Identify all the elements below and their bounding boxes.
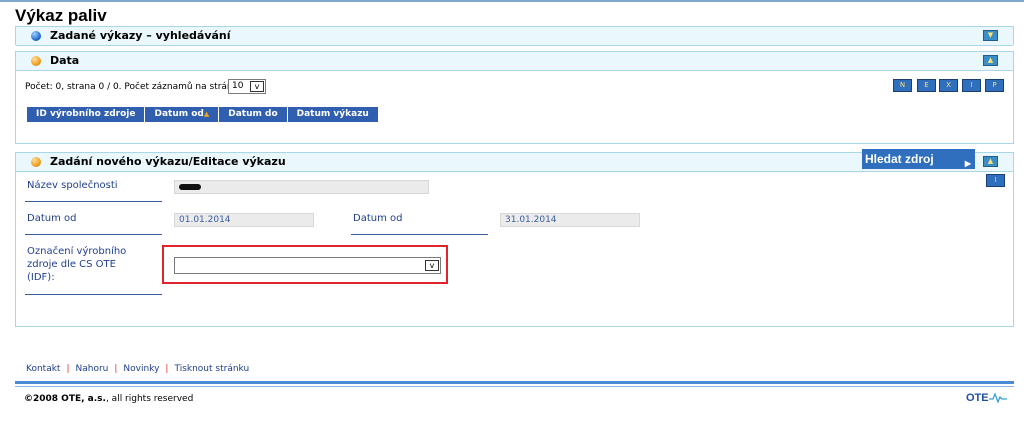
import-icon[interactable]: I: [986, 174, 1005, 187]
date-from-label: Datum od: [27, 213, 77, 224]
chevron-down-icon: v: [425, 260, 439, 271]
company-label: Název společnosti: [27, 180, 118, 191]
col-id-zdroje[interactable]: ID výrobního zdroje: [27, 107, 146, 122]
export-icon[interactable]: X: [939, 79, 958, 92]
edit-icon[interactable]: E: [917, 79, 936, 92]
collapse-toggle-icon[interactable]: ▲: [983, 156, 998, 167]
idf-label-line2: zdroje dle CS OTE: [27, 259, 116, 270]
data-panel-title: Data: [50, 54, 80, 67]
date-from-field: 01.01.2014: [174, 213, 314, 227]
copyright-company: ©2008 OTE, a.s.: [24, 394, 106, 404]
company-underline: [25, 201, 162, 202]
edit-panel-title: Zadání nového výkazu/Editace výkazu: [50, 155, 286, 168]
separator: |: [165, 364, 169, 374]
company-redacted: [179, 184, 201, 190]
search-source-button[interactable]: Hledat zdroj ▶: [862, 149, 975, 169]
orange-ball-icon: [31, 157, 41, 167]
date-to-label: Datum od: [353, 213, 403, 224]
col-datum-do[interactable]: Datum do: [219, 107, 288, 122]
company-field: [174, 180, 429, 194]
search-panel-header[interactable]: Zadané výkazy – vyhledávání ▼: [16, 27, 1013, 46]
search-panel: Zadané výkazy – vyhledávání ▼: [15, 26, 1014, 46]
idf-label-line1: Označení výrobního: [27, 246, 127, 257]
ote-logo: OTE: [966, 392, 1007, 404]
idf-select[interactable]: v: [174, 257, 441, 274]
edit-panel: Zadání nového výkazu/Editace výkazu ▲ I …: [15, 152, 1014, 327]
logo-text: OTE: [966, 392, 989, 404]
idf-underline: [25, 294, 162, 295]
import-icon[interactable]: I: [962, 79, 981, 92]
footer-link-tisk[interactable]: Tisknout stránku: [174, 364, 249, 374]
per-page-select[interactable]: 10 v: [228, 79, 266, 94]
footer-link-novinky[interactable]: Novinky: [123, 364, 159, 374]
data-panel-header[interactable]: Data ▲: [16, 52, 1013, 71]
idf-label-line3: (IDF):: [27, 272, 55, 283]
copyright-rest: , all rights reserved: [105, 394, 194, 404]
expand-toggle-icon[interactable]: ▼: [983, 30, 998, 41]
date-to-field: 31.01.2014: [500, 213, 640, 227]
footer-links: Kontakt | Nahoru | Novinky | Tisknout stránku: [26, 364, 249, 374]
footer-link-nahoru[interactable]: Nahoru: [76, 364, 109, 374]
new-record-icon[interactable]: N: [893, 79, 912, 92]
search-source-label: Hledat zdroj: [865, 152, 934, 166]
logo-wave-icon: [988, 392, 1007, 404]
footer-divider: [15, 381, 1014, 384]
top-border: [0, 0, 1024, 2]
separator: |: [66, 364, 70, 374]
date-to-underline: [351, 234, 488, 235]
search-panel-title: Zadané výkazy – vyhledávání: [50, 29, 231, 42]
arrow-right-icon: ▶: [964, 159, 971, 168]
copyright: ©2008 OTE, a.s., all rights reserved: [24, 394, 193, 404]
data-toolbar: N E X I P: [893, 79, 1004, 93]
collapse-toggle-icon[interactable]: ▲: [983, 55, 998, 66]
data-panel: Data ▲ Počet: 0, strana 0 / 0. Počet záz…: [15, 51, 1014, 144]
data-grid-header: ID výrobního zdroje Datum od▲ Datum do D…: [27, 107, 379, 122]
col-datum-vykazu[interactable]: Datum výkazu: [287, 107, 379, 122]
record-count-text: Počet: 0, strana 0 / 0. Počet záznamů na…: [25, 82, 244, 92]
chevron-down-icon: v: [250, 81, 264, 92]
blue-ball-icon: [31, 31, 41, 41]
footer-link-kontakt[interactable]: Kontakt: [26, 364, 60, 374]
sort-up-icon: ▲: [203, 110, 210, 118]
print-icon[interactable]: P: [985, 79, 1004, 92]
per-page-value: 10: [232, 81, 244, 91]
col-datum-od-label: Datum od: [154, 109, 204, 119]
separator: |: [114, 364, 118, 374]
date-from-underline: [25, 234, 162, 235]
col-datum-od[interactable]: Datum od▲: [145, 107, 220, 122]
page-title: Výkaz paliv: [15, 6, 107, 25]
orange-ball-icon: [31, 56, 41, 66]
footer-divider-thin: [15, 386, 1014, 387]
